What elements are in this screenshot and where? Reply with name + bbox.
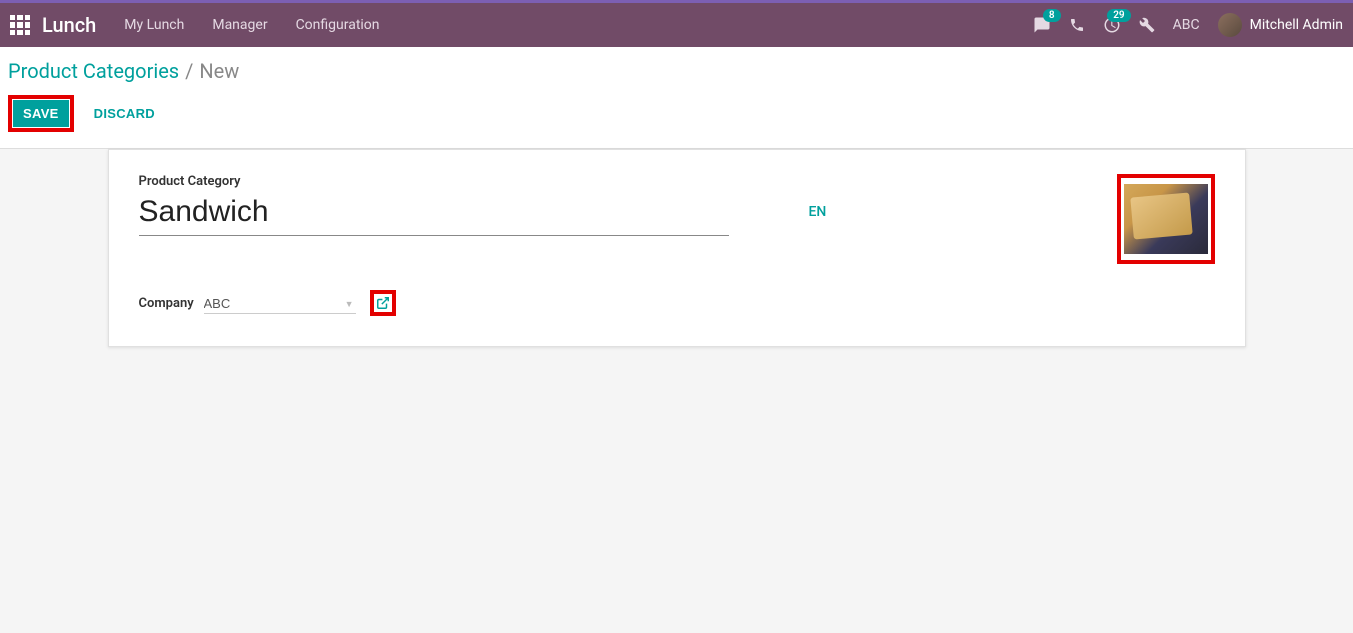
messages-icon[interactable]: 8 [1033, 16, 1051, 34]
app-title[interactable]: Lunch [42, 13, 96, 37]
company-selector[interactable]: ABC [1173, 17, 1200, 33]
company-row: Company ▼ [139, 290, 1215, 316]
company-select[interactable] [204, 294, 356, 314]
apps-grid-icon[interactable] [10, 15, 30, 35]
nav-menu: My Lunch Manager Configuration [124, 17, 379, 33]
breadcrumb-bar: Product Categories / New [0, 47, 1353, 83]
breadcrumb-separator: / [185, 59, 193, 83]
main-navbar: Lunch My Lunch Manager Configuration 8 2… [0, 3, 1353, 47]
highlight-image [1117, 174, 1215, 264]
phone-icon[interactable] [1069, 17, 1085, 33]
save-button[interactable]: SAVE [13, 100, 69, 127]
messages-badge: 8 [1043, 9, 1061, 22]
avatar [1218, 13, 1242, 37]
category-image[interactable] [1124, 184, 1208, 254]
discard-button[interactable]: DISCARD [84, 100, 165, 127]
nav-item-my-lunch[interactable]: My Lunch [124, 17, 184, 33]
company-field-label: Company [139, 296, 194, 311]
highlight-save: SAVE [8, 95, 74, 132]
form-card: Product Category EN Company ▼ [108, 149, 1246, 347]
tools-icon[interactable] [1139, 17, 1155, 33]
activities-badge: 29 [1107, 9, 1130, 22]
language-indicator[interactable]: EN [809, 204, 827, 220]
breadcrumb: Product Categories / New [8, 59, 1345, 83]
breadcrumb-parent[interactable]: Product Categories [8, 59, 179, 83]
category-input[interactable] [139, 193, 729, 236]
external-link-icon[interactable] [376, 296, 390, 310]
nav-right: 8 29 ABC Mitchell Admin [1033, 13, 1343, 37]
highlight-external-link [370, 290, 396, 316]
user-menu[interactable]: Mitchell Admin [1218, 13, 1343, 37]
action-bar: SAVE DISCARD [0, 83, 1353, 149]
nav-item-configuration[interactable]: Configuration [296, 17, 380, 33]
breadcrumb-current: New [199, 59, 239, 83]
activities-icon[interactable]: 29 [1103, 16, 1121, 34]
category-field-label: Product Category [139, 174, 1117, 189]
content-area: Product Category EN Company ▼ [0, 149, 1353, 347]
nav-item-manager[interactable]: Manager [212, 17, 267, 33]
user-name-label: Mitchell Admin [1250, 17, 1343, 33]
